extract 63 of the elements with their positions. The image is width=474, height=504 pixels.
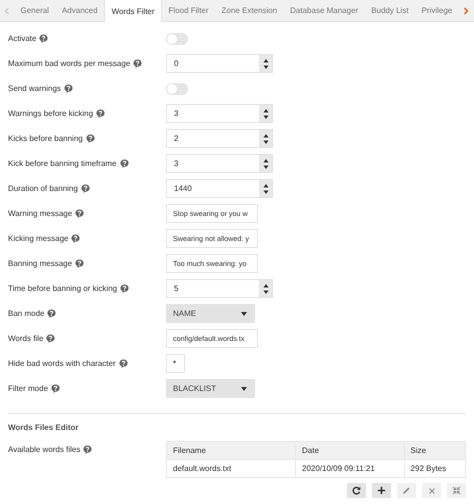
tab[interactable]: Database Manager	[284, 0, 365, 21]
refresh-button[interactable]	[347, 483, 366, 498]
caret-icon	[241, 312, 247, 316]
help-icon[interactable]	[118, 359, 128, 368]
help-icon[interactable]	[86, 134, 95, 143]
tab[interactable]: Flood Filter	[162, 0, 216, 21]
tab[interactable]: General	[14, 0, 56, 21]
help-icon[interactable]	[75, 259, 84, 268]
toggle-switch[interactable]	[166, 32, 188, 44]
tab[interactable]: Buddy List	[364, 0, 416, 21]
dropdown[interactable]: BLACKLIST	[166, 379, 255, 398]
help-icon[interactable]	[133, 59, 142, 68]
refresh-icon	[352, 486, 361, 495]
setting-label: Banning message	[8, 259, 72, 268]
toggle-switch[interactable]	[166, 82, 188, 94]
help-icon[interactable]	[80, 184, 90, 193]
pencil-icon	[402, 486, 411, 495]
tab[interactable]: Zone Extension	[215, 0, 284, 21]
tab[interactable]: Words Filter	[104, 0, 162, 22]
column-header[interactable]: Size	[404, 442, 466, 460]
help-icon[interactable]	[47, 309, 56, 318]
dropdown[interactable]: NAME	[166, 304, 255, 323]
collapse-arrows-icon	[452, 486, 461, 495]
setting-label: Kicking message	[8, 234, 68, 243]
help-icon[interactable]	[39, 34, 48, 43]
setting-label: Hide bad words with character	[8, 359, 116, 368]
help-icon[interactable]	[46, 334, 56, 343]
help-icon[interactable]	[75, 209, 84, 218]
setting-label: Warning message	[8, 209, 72, 218]
setting-label: Kick before banning timeframe	[8, 159, 116, 168]
table-cell: 2020/10/09 09:11:21	[296, 460, 404, 478]
setting-label: Time before banning or kicking	[8, 284, 118, 293]
add-button[interactable]	[372, 483, 391, 498]
table-cell: 292 Bytes	[404, 460, 466, 478]
close-icon	[428, 486, 436, 494]
setting-label: Words file	[8, 334, 44, 343]
setting-label: Kicks before banning	[8, 134, 83, 143]
column-header[interactable]: Date	[296, 442, 404, 460]
setting-label: Send warnings	[8, 84, 61, 93]
chevron-right-icon	[462, 6, 469, 14]
help-icon[interactable]	[120, 284, 130, 293]
table-cell: default.words.txt	[166, 460, 296, 478]
help-icon[interactable]	[96, 109, 106, 118]
help-icon[interactable]	[51, 384, 60, 393]
help-icon[interactable]	[71, 234, 80, 243]
setting-label: Activate	[8, 34, 36, 43]
help-icon[interactable]	[83, 445, 92, 454]
setting-label: Ban mode	[8, 309, 44, 318]
column-header[interactable]: Filename	[166, 442, 296, 460]
plus-icon	[377, 486, 386, 495]
setting-label: Available words files	[8, 445, 80, 454]
tab[interactable]: Privilege	[415, 0, 459, 21]
section-title: Words Files Editor	[7, 423, 80, 432]
help-icon[interactable]	[64, 84, 73, 93]
help-icon[interactable]	[120, 159, 128, 168]
chevron-left-icon	[4, 6, 10, 14]
caret-icon	[241, 386, 247, 390]
setting-label: Warnings before kicking	[8, 109, 94, 118]
setting-label: Duration of banning	[8, 184, 78, 193]
setting-label: Maximum bad words per message	[8, 59, 130, 68]
tab[interactable]: Advanced	[55, 0, 104, 21]
setting-label: Filter mode	[8, 384, 48, 393]
character-field[interactable]: *	[166, 354, 185, 373]
